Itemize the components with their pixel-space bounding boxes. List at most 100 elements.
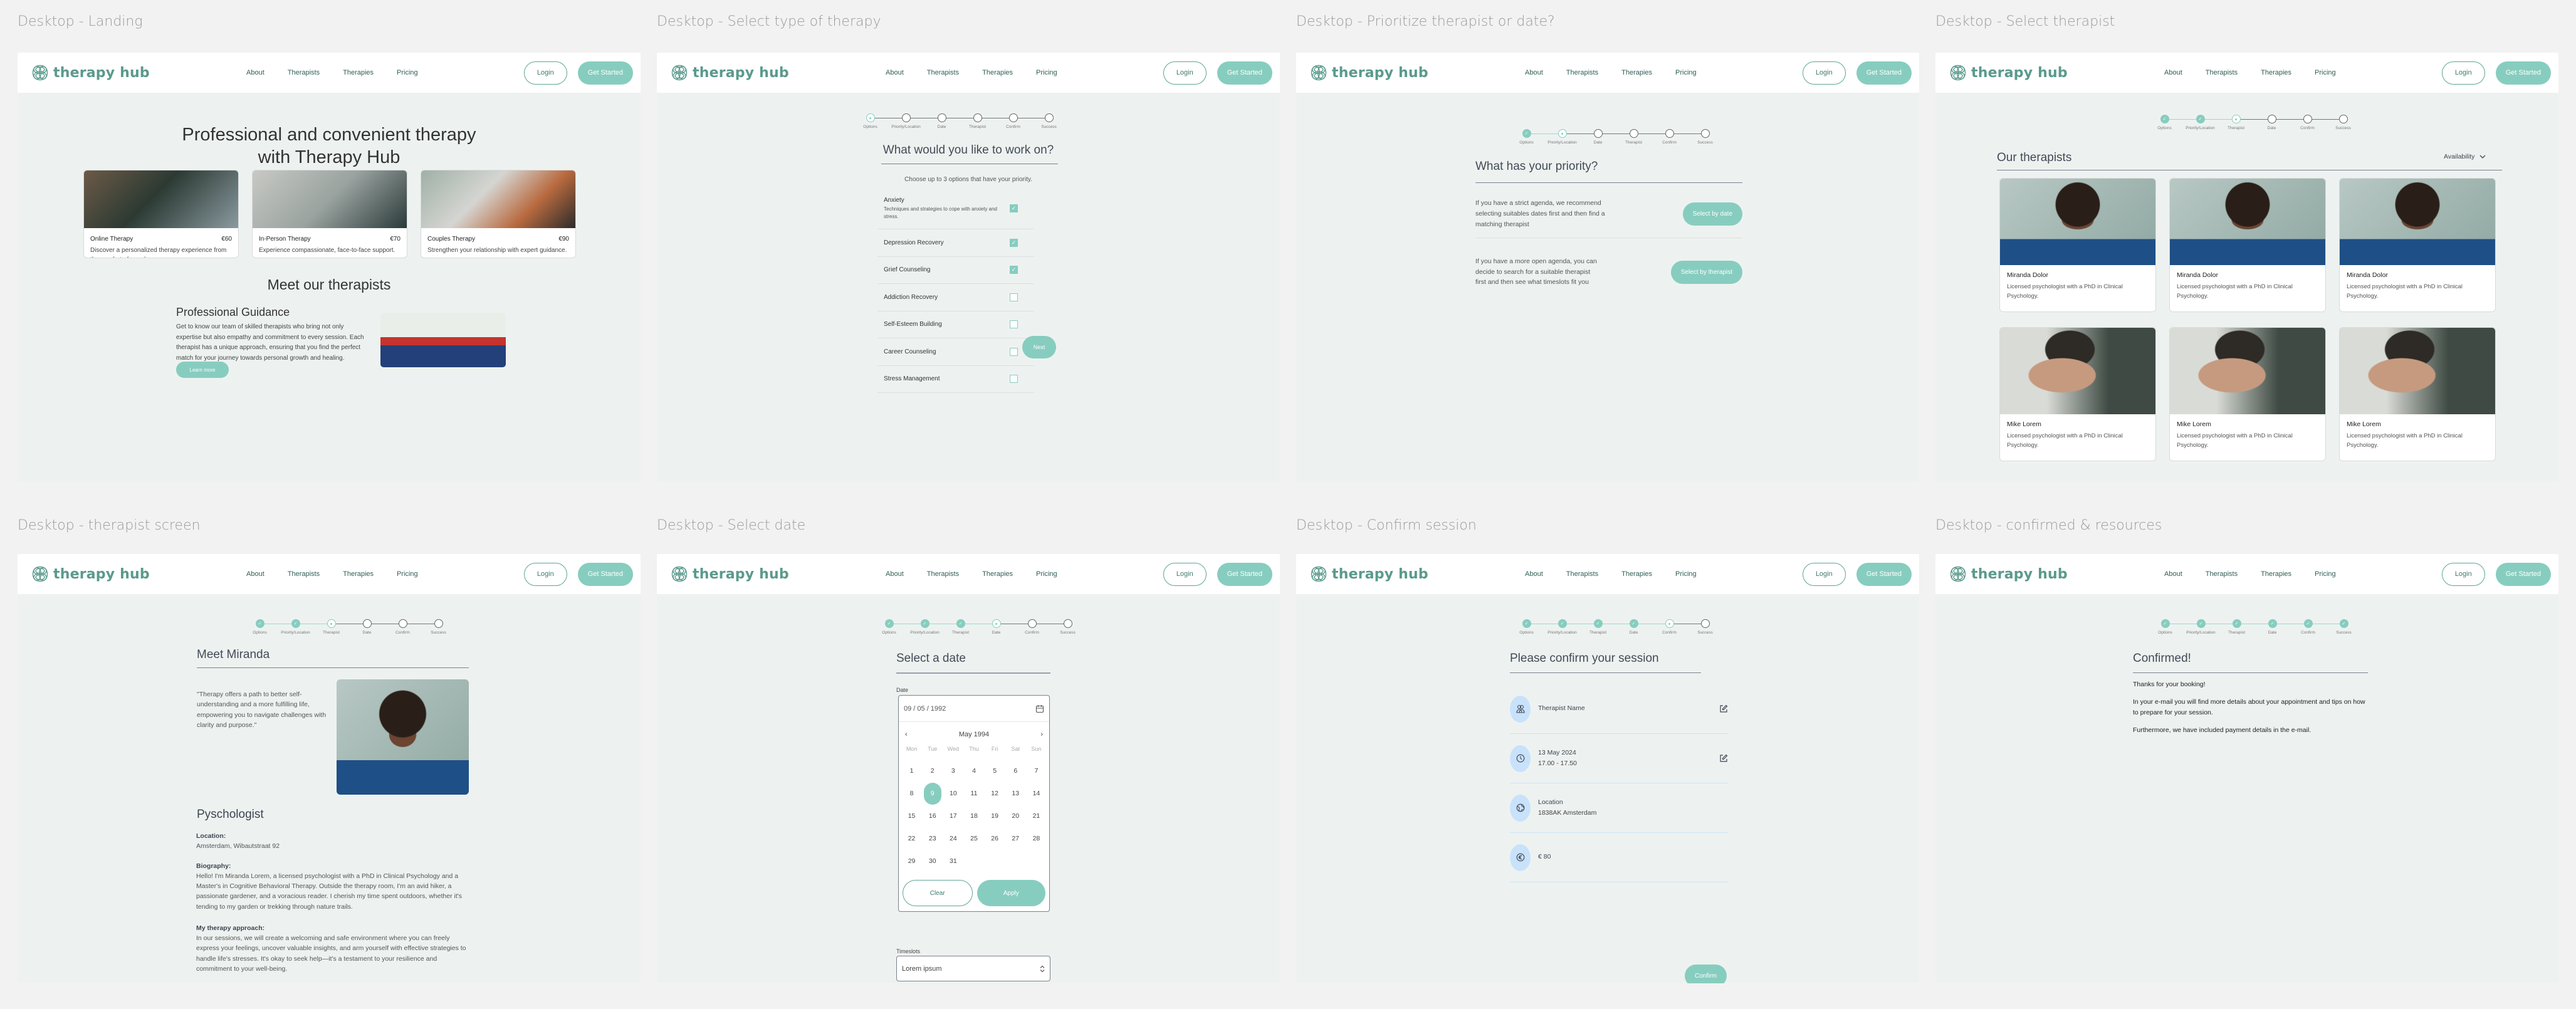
login-button[interactable]: Login [1163, 562, 1207, 586]
nav-link-therapies[interactable]: Therapies [1621, 570, 1652, 578]
logo[interactable]: therapy hub [31, 565, 150, 583]
therapy-option[interactable]: Addiction Recovery [877, 284, 1034, 311]
login-button[interactable]: Login [523, 61, 567, 85]
calendar-day[interactable]: 24 [943, 827, 963, 850]
therapy-option[interactable]: Self-Esteem Building [877, 311, 1034, 338]
login-button[interactable]: Login [523, 562, 567, 586]
confirm-button[interactable]: Confirm [1685, 965, 1727, 983]
calendar-day[interactable]: 31 [943, 850, 963, 872]
nav-link-therapies[interactable]: Therapies [2261, 570, 2291, 578]
logo[interactable]: therapy hub [1949, 64, 2068, 81]
nav-link-pricing[interactable]: Pricing [1036, 570, 1057, 578]
prev-month-icon[interactable]: ‹ [905, 731, 908, 738]
calendar-day[interactable]: 22 [901, 827, 922, 850]
get-started-button[interactable]: Get Started [2495, 61, 2551, 85]
calendar-day[interactable]: 30 [922, 850, 943, 872]
logo[interactable]: therapy hub [1310, 565, 1428, 583]
nav-link-pricing[interactable]: Pricing [2315, 69, 2336, 76]
edit-icon[interactable] [1719, 704, 1728, 713]
get-started-button[interactable]: Get Started [1217, 61, 1272, 85]
calendar-day[interactable]: 25 [963, 827, 984, 850]
login-button[interactable]: Login [1163, 61, 1207, 85]
nav-link-therapists[interactable]: Therapists [1566, 69, 1598, 76]
nav-link-therapies[interactable]: Therapies [982, 570, 1013, 578]
nav-link-pricing[interactable]: Pricing [397, 69, 418, 76]
nav-link-therapies[interactable]: Therapies [1621, 69, 1652, 76]
login-button[interactable]: Login [2441, 562, 2485, 586]
nav-link-about[interactable]: About [1525, 570, 1543, 578]
nav-link-therapists[interactable]: Therapists [927, 69, 959, 76]
calendar-day[interactable]: 29 [901, 850, 922, 872]
option-checkbox[interactable]: ✓ [1010, 238, 1018, 247]
nav-link-about[interactable]: About [886, 570, 904, 578]
calendar-day[interactable]: 3 [943, 760, 963, 782]
nav-link-therapies[interactable]: Therapies [2261, 69, 2291, 76]
get-started-button[interactable]: Get Started [577, 61, 633, 85]
therapy-option[interactable]: Anxiety Techniques and strategies to cope… [877, 188, 1034, 229]
nav-link-pricing[interactable]: Pricing [1675, 69, 1697, 76]
login-button[interactable]: Login [1802, 61, 1846, 85]
calendar-day[interactable]: 17 [943, 805, 963, 827]
nav-link-therapists[interactable]: Therapists [927, 570, 959, 578]
therapy-card-online[interactable]: Online Therapy €60 Discover a personalize… [83, 170, 239, 258]
nav-link-therapies[interactable]: Therapies [343, 69, 374, 76]
calendar-day[interactable]: 20 [1005, 805, 1026, 827]
get-started-button[interactable]: Get Started [2495, 562, 2551, 586]
calendar-day[interactable]: 21 [1026, 805, 1047, 827]
therapy-card-in-person[interactable]: In-Person Therapy €70 Experience compassi… [252, 170, 407, 258]
nav-link-about[interactable]: About [246, 570, 264, 578]
option-checkbox[interactable]: ✓ [1010, 266, 1018, 274]
clear-button[interactable]: Clear [903, 880, 973, 906]
select-by-therapist-button[interactable]: Select by therapist [1670, 260, 1742, 284]
therapist-card[interactable]: Mike Lorem Licensed psychologist with a … [2169, 327, 2326, 461]
calendar-day[interactable]: 1 [901, 760, 922, 782]
therapist-card[interactable]: Miranda Dolor Licensed psychologist with… [2339, 178, 2496, 312]
option-checkbox[interactable] [1010, 320, 1018, 329]
date-input[interactable]: 09 / 05 / 1992 [899, 696, 1049, 722]
calendar-day[interactable]: 9 [922, 782, 943, 805]
therapy-option[interactable]: Depression Recovery ✓ [877, 229, 1034, 257]
calendar-day[interactable]: 13 [1005, 782, 1026, 805]
therapy-option[interactable]: Grief Counseling ✓ [877, 257, 1034, 284]
calendar-day[interactable]: 14 [1026, 782, 1047, 805]
therapist-card[interactable]: Miranda Dolor Licensed psychologist with… [2169, 178, 2326, 312]
nav-link-about[interactable]: About [246, 69, 264, 76]
therapy-option[interactable]: Career Counseling [877, 338, 1034, 366]
calendar-day[interactable]: 18 [963, 805, 984, 827]
nav-link-therapists[interactable]: Therapists [288, 570, 320, 578]
calendar-day[interactable]: 16 [922, 805, 943, 827]
therapy-card-couples[interactable]: Couples Therapy €90 Strengthen your relat… [421, 170, 576, 258]
learn-more-button[interactable]: Learn more [176, 362, 229, 378]
option-checkbox[interactable] [1010, 347, 1018, 356]
get-started-button[interactable]: Get Started [577, 562, 633, 586]
nav-link-therapists[interactable]: Therapists [2206, 570, 2238, 578]
therapist-card[interactable]: Mike Lorem Licensed psychologist with a … [2339, 327, 2496, 461]
availability-filter[interactable]: Availability [2444, 153, 2486, 160]
apply-button[interactable]: Apply [976, 880, 1045, 906]
option-checkbox[interactable]: ✓ [1010, 204, 1018, 212]
nav-link-therapies[interactable]: Therapies [343, 570, 374, 578]
next-button[interactable]: Next [1022, 336, 1056, 358]
next-month-icon[interactable]: › [1040, 731, 1043, 738]
calendar-day[interactable]: 26 [985, 827, 1005, 850]
login-button[interactable]: Login [1802, 562, 1846, 586]
nav-link-therapists[interactable]: Therapists [1566, 570, 1598, 578]
nav-link-therapists[interactable]: Therapists [288, 69, 320, 76]
nav-link-about[interactable]: About [1525, 69, 1543, 76]
logo[interactable]: therapy hub [1949, 565, 2068, 583]
calendar-icon[interactable] [1035, 704, 1044, 713]
calendar-day[interactable]: 10 [943, 782, 963, 805]
option-checkbox[interactable] [1010, 293, 1018, 301]
therapy-option[interactable]: Stress Management [877, 366, 1034, 393]
calendar-day[interactable]: 19 [985, 805, 1005, 827]
logo[interactable]: therapy hub [1310, 64, 1428, 81]
nav-link-pricing[interactable]: Pricing [2315, 570, 2336, 578]
calendar-day[interactable]: 4 [963, 760, 984, 782]
nav-link-about[interactable]: About [2164, 69, 2182, 76]
logo[interactable]: therapy hub [31, 64, 150, 81]
calendar-day[interactable]: 2 [922, 760, 943, 782]
nav-link-about[interactable]: About [2164, 570, 2182, 578]
timeslots-select[interactable]: Lorem ipsum [896, 956, 1050, 981]
select-by-date-button[interactable]: Select by date [1682, 202, 1742, 226]
calendar-day[interactable]: 6 [1005, 760, 1026, 782]
